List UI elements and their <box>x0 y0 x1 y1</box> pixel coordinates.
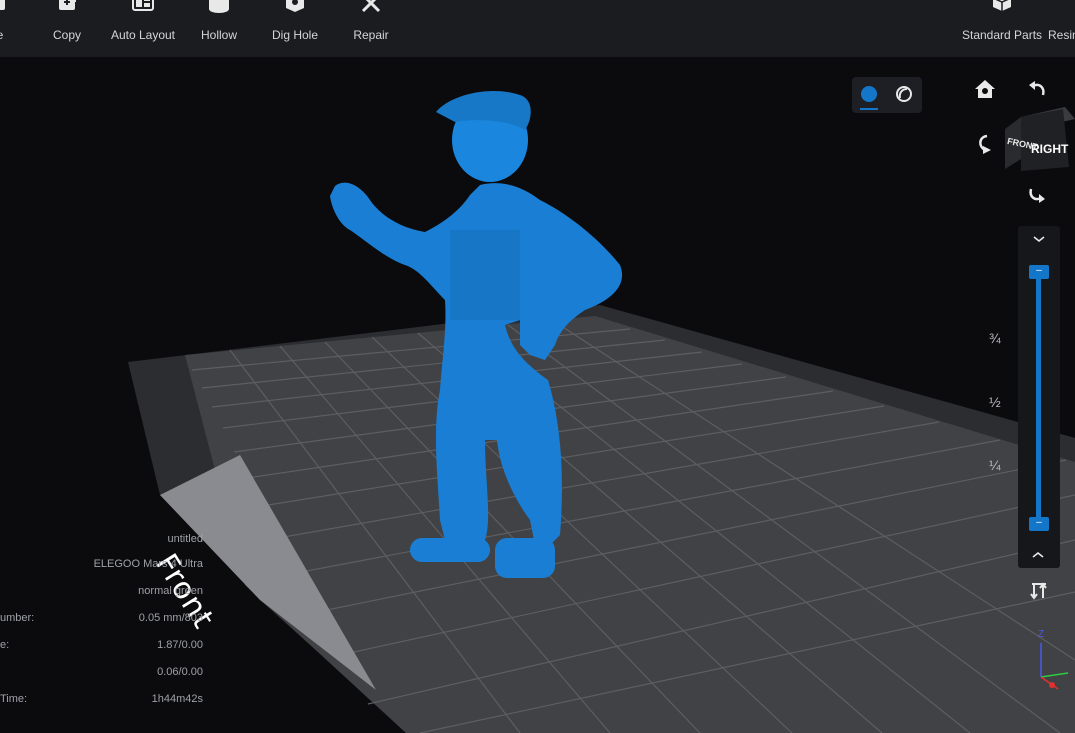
auto-layout-button[interactable]: Auto Layout <box>103 0 183 57</box>
solid-sphere-icon <box>861 86 877 102</box>
y-axis-line <box>1040 672 1069 678</box>
standard-parts-button[interactable]: Standard Parts <box>962 0 1042 57</box>
info-value-print-time: 1h44m42s <box>151 693 203 705</box>
x-axis-dot <box>1049 682 1055 688</box>
hollow-icon <box>209 0 229 13</box>
home-icon <box>975 80 995 98</box>
move-label: e <box>0 28 3 42</box>
move-button[interactable]: e <box>0 0 20 57</box>
top-toolbar: e Copy Auto Layout Hollow Dig Hole Repai… <box>0 0 1075 57</box>
repair-icon <box>361 0 381 13</box>
info-label-print-time: Time: <box>0 693 28 705</box>
standard-parts-icon <box>993 0 1011 11</box>
rotate-left-button[interactable] <box>1025 77 1049 101</box>
layer-slider-top-handle[interactable]: – <box>1029 265 1049 279</box>
chevron-up-icon <box>1032 551 1044 558</box>
info-printer: ELEGOO Mars 4 Ultra <box>93 558 203 570</box>
shading-toggle <box>852 77 922 113</box>
auto-layout-label: Auto Layout <box>110 28 176 42</box>
layer-slider-track[interactable] <box>1036 272 1041 524</box>
slider-down-chevron-button[interactable] <box>1030 548 1046 562</box>
layer-slider-bottom-handle[interactable]: – <box>1029 517 1049 531</box>
resin-button[interactable]: Resin <box>1048 0 1075 57</box>
info-label-volume: e: <box>0 639 10 651</box>
rotate-right-button[interactable] <box>1025 183 1049 207</box>
info-file-name: untitled <box>167 533 203 545</box>
layer-compare-button[interactable] <box>1028 580 1052 604</box>
view-cube-right-label: RIGHT <box>1031 142 1069 156</box>
wireframe-sphere-icon <box>896 86 912 102</box>
hollow-button[interactable]: Hollow <box>190 0 248 57</box>
slider-mark-quarter: ¼ <box>989 457 1001 473</box>
standard-parts-label: Standard Parts <box>961 28 1043 42</box>
dig-hole-label: Dig Hole <box>271 28 319 42</box>
chevron-down-icon <box>1033 236 1045 243</box>
axis-gizmo: Z <box>1038 629 1069 690</box>
repair-button[interactable]: Repair <box>345 0 397 57</box>
view-cube[interactable]: FRONT RIGHT <box>1003 107 1075 177</box>
slider-up-chevron-button[interactable] <box>1031 232 1047 246</box>
info-value-layer-number: 0.05 mm/803 <box>138 612 203 624</box>
dig-hole-button[interactable]: Dig Hole <box>263 0 327 57</box>
slider-mark-half: ½ <box>989 394 1001 410</box>
3d-viewport[interactable]: Front <box>0 57 1075 733</box>
active-shading-indicator <box>860 108 878 110</box>
resin-label: Resin <box>1048 28 1075 42</box>
solid-shading-button[interactable] <box>859 85 879 105</box>
home-view-button[interactable] <box>973 77 997 101</box>
hollow-label: Hollow <box>200 28 237 42</box>
info-value-volume: 1.87/0.00 <box>157 639 203 651</box>
slider-mark-three-quarter: ¾ <box>989 330 1001 346</box>
auto-layout-icon <box>132 0 154 11</box>
xray-shading-button[interactable] <box>894 85 914 105</box>
copy-button[interactable]: Copy <box>42 0 92 57</box>
move-icon <box>0 0 5 10</box>
rotate-vertical-icon <box>979 134 991 154</box>
info-label-layer-number: umber: <box>0 612 35 624</box>
info-resin: normal green <box>138 585 203 597</box>
rotate-up-button[interactable] <box>973 132 997 156</box>
resin-icon <box>1048 0 1070 16</box>
scene <box>128 91 1075 733</box>
vertical-expand-icon <box>1030 582 1047 600</box>
rotate-ccw-icon <box>1029 81 1045 96</box>
info-value-weight: 0.06/0.00 <box>157 666 203 678</box>
repair-label: Repair <box>353 28 389 42</box>
rotate-cw-icon <box>1029 188 1045 203</box>
x-axis-line <box>1040 676 1059 690</box>
layer-slider-panel: – – <box>1018 226 1060 568</box>
copy-label: Copy <box>52 28 81 42</box>
copy-icon <box>59 0 76 10</box>
dig-hole-icon <box>286 0 304 12</box>
axis-z-label: Z <box>1038 629 1044 640</box>
